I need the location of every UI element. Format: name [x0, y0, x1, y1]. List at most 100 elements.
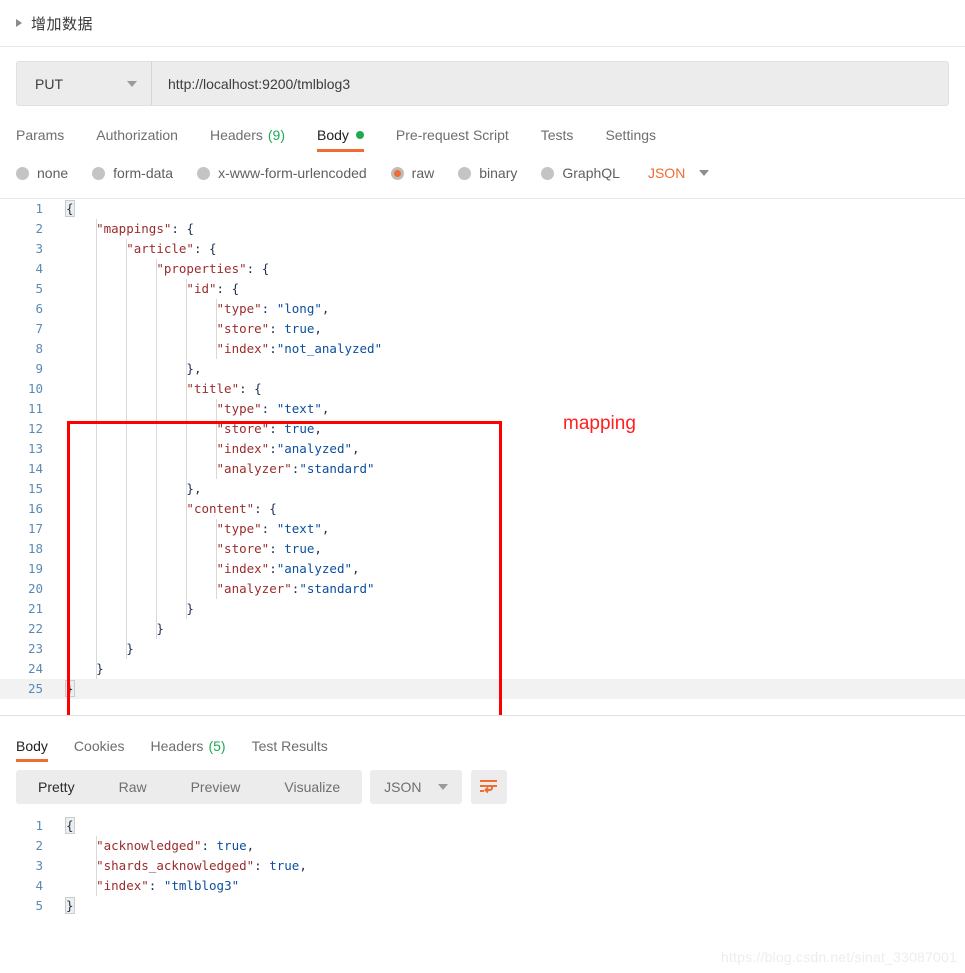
request-body-editor[interactable]: 1{2 "mappings": {3 "article": {4 "proper… [0, 198, 965, 716]
chevron-down-icon[interactable] [437, 784, 448, 790]
response-view-mode-group: Pretty Raw Preview Visualize [16, 770, 363, 804]
url-input[interactable]: http://localhost:9200/tmlblog3 [152, 62, 948, 105]
code-text: "analyzer":"standard" [54, 459, 375, 479]
view-mode-preview[interactable]: Preview [169, 770, 263, 804]
tab-tests[interactable]: Tests [541, 127, 574, 152]
code-line: 13 "index":"analyzed", [0, 439, 965, 459]
line-number: 10 [27, 381, 43, 396]
url-value: http://localhost:9200/tmlblog3 [168, 75, 351, 92]
word-wrap-button[interactable] [470, 770, 507, 804]
code-line: 4 "properties": { [0, 259, 965, 279]
code-line: 15 }, [0, 479, 965, 499]
response-format-select[interactable]: JSON [370, 770, 462, 804]
code-line: 5 "id": { [0, 279, 965, 299]
line-number: 12 [27, 421, 43, 436]
line-number: 17 [27, 521, 43, 536]
annotation-label-mapping: mapping [563, 413, 636, 434]
request-tabs: Params Authorization Headers (9) Body Pr… [0, 116, 965, 152]
code-line: 10 "title": { [0, 379, 965, 399]
radio-icon[interactable] [92, 166, 106, 180]
radio-icon[interactable] [16, 166, 29, 180]
view-mode-visualize[interactable]: Visualize [262, 770, 362, 804]
code-text: } [65, 897, 75, 914]
tab-label: Headers [150, 738, 204, 754]
chevron-down-icon[interactable] [127, 80, 137, 87]
body-type-raw[interactable]: raw [390, 165, 434, 181]
line-number: 11 [27, 401, 43, 416]
code-line: 18 "store": true, [0, 539, 965, 559]
tab-settings[interactable]: Settings [605, 127, 656, 152]
tab-count-badge: (9) [267, 127, 285, 143]
raw-format-select[interactable]: JSON [648, 165, 710, 181]
code-line: 16 "content": { [0, 499, 965, 519]
response-tabs: Body Cookies Headers (5) Test Results [0, 722, 965, 762]
line-number: 3 [35, 858, 43, 873]
code-text: "index":"analyzed", [54, 559, 360, 579]
tab-authorization[interactable]: Authorization [96, 127, 178, 152]
response-tab-body[interactable]: Body [16, 738, 48, 762]
code-line: 9 }, [0, 359, 965, 379]
response-tab-headers[interactable]: Headers (5) [151, 738, 226, 762]
body-type-none[interactable]: none [16, 165, 68, 181]
code-line: 23 } [0, 639, 965, 659]
code-line: 2 "mappings": { [0, 219, 965, 239]
response-body-code[interactable]: 1{2 "acknowledged": true, 3 "shards_ackno… [0, 816, 965, 916]
tab-label: Settings [605, 127, 657, 143]
word-wrap-icon [480, 780, 498, 794]
code-line: 14 "analyzer":"standard" [0, 459, 965, 479]
tab-label: Params [16, 127, 65, 143]
body-type-form-data[interactable]: form-data [92, 165, 173, 181]
radio-icon[interactable] [458, 166, 472, 180]
radio-selected-icon[interactable] [390, 166, 404, 180]
line-number: 20 [27, 581, 43, 596]
radio-icon[interactable] [197, 166, 211, 180]
chevron-down-icon[interactable] [699, 170, 710, 176]
line-number: 5 [35, 281, 43, 296]
response-tab-cookies[interactable]: Cookies [74, 738, 125, 762]
line-number: 1 [35, 818, 43, 833]
code-text: "mappings": { [54, 219, 194, 239]
response-tab-test-results[interactable]: Test Results [252, 738, 328, 762]
tab-label: Body [16, 738, 48, 754]
line-number: 1 [35, 201, 43, 216]
line-number: 18 [27, 541, 43, 556]
code-line: 1{ [0, 199, 965, 219]
code-line: 25} [0, 679, 965, 699]
tab-headers[interactable]: Headers (9) [210, 127, 285, 152]
code-line: 4 "index": "tmlblog3" [0, 876, 965, 896]
tab-params[interactable]: Params [16, 127, 64, 152]
request-body-code[interactable]: 1{2 "mappings": {3 "article": {4 "proper… [0, 199, 965, 699]
line-number: 7 [35, 321, 43, 336]
line-number: 3 [35, 241, 43, 256]
triangle-right-icon[interactable] [16, 19, 22, 27]
request-url-bar: PUT http://localhost:9200/tmlblog3 [0, 47, 965, 106]
tab-pre-request-script[interactable]: Pre-request Script [396, 127, 509, 152]
line-number: 22 [27, 621, 43, 636]
code-line: 11 "type": "text", [0, 399, 965, 419]
code-text: "properties": { [54, 259, 269, 279]
code-line: 20 "analyzer":"standard" [0, 579, 965, 599]
radio-icon[interactable] [541, 166, 555, 180]
response-toolbar: Pretty Raw Preview Visualize JSON [0, 762, 965, 812]
view-mode-pretty[interactable]: Pretty [16, 770, 97, 804]
body-type-label: form-data [113, 165, 174, 181]
code-text: "index":"analyzed", [54, 439, 360, 459]
body-type-x-www-form-urlencoded[interactable]: x-www-form-urlencoded [197, 165, 367, 181]
tab-label: Authorization [96, 127, 178, 143]
line-number: 16 [27, 501, 43, 516]
body-type-binary[interactable]: binary [458, 165, 517, 181]
body-type-graphql[interactable]: GraphQL [541, 165, 620, 181]
collapsed-section-header[interactable]: 增加数据 [0, 0, 965, 47]
line-number: 19 [27, 561, 43, 576]
http-method-select[interactable]: PUT [17, 62, 152, 105]
tab-label: Headers [209, 127, 263, 143]
tab-body[interactable]: Body [317, 127, 364, 152]
line-number: 24 [27, 661, 43, 676]
code-line: 2 "acknowledged": true, [0, 836, 965, 856]
body-type-options: none form-data x-www-form-urlencoded raw… [0, 152, 965, 194]
code-line: 24 } [0, 659, 965, 679]
code-text: "content": { [54, 499, 277, 519]
view-mode-raw[interactable]: Raw [97, 770, 169, 804]
tab-label: Body [317, 127, 349, 143]
code-line: 5} [0, 896, 965, 916]
